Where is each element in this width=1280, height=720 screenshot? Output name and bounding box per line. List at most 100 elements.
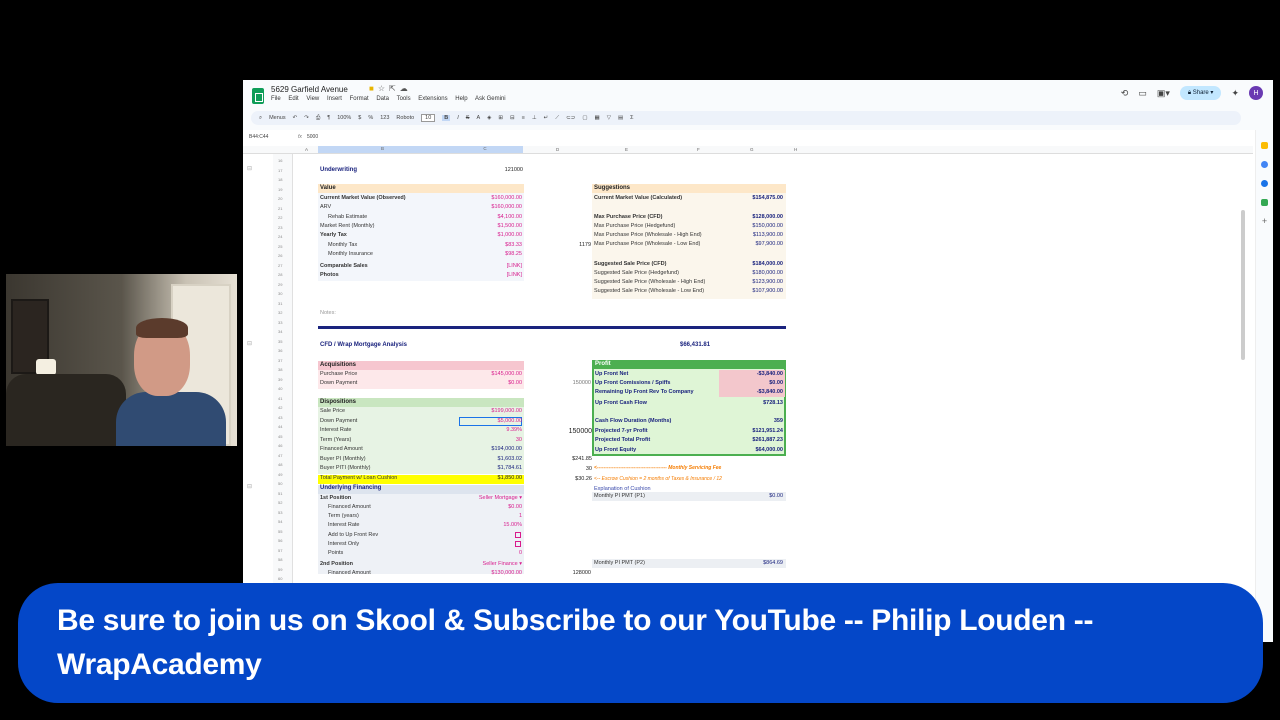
suggestion-row-value[interactable]: $107,900.00 bbox=[713, 288, 783, 294]
first-position-type-select[interactable]: Seller Mortgage ▾ bbox=[449, 495, 522, 501]
row-number[interactable]: 49 bbox=[278, 470, 282, 480]
column-e[interactable]: E bbox=[625, 147, 628, 152]
print-icon[interactable]: ⎙ bbox=[316, 115, 320, 122]
profit-row-value[interactable]: -$3,840.00 bbox=[721, 371, 783, 377]
row-number[interactable]: 42 bbox=[278, 403, 282, 413]
value-row-value[interactable]: $4,100.00 bbox=[443, 214, 522, 220]
row-number[interactable]: 24 bbox=[278, 232, 282, 242]
dispositions-side-30[interactable]: 30 bbox=[554, 466, 592, 472]
borders-icon[interactable]: ⊞ bbox=[498, 115, 503, 121]
column-g[interactable]: G bbox=[750, 147, 754, 152]
menu-ask-gemini[interactable]: Ask Gemini bbox=[475, 96, 506, 102]
comment-icon[interactable]: ▭ bbox=[1138, 88, 1147, 99]
first-position-row-value[interactable]: 15.00% bbox=[443, 522, 522, 528]
font-select[interactable]: Roboto bbox=[396, 115, 414, 121]
value-row-value[interactable]: $160,000.00 bbox=[443, 204, 522, 210]
italic-icon[interactable]: I bbox=[457, 115, 459, 121]
column-b[interactable]: B bbox=[318, 146, 447, 153]
disposition-row-value[interactable]: $1,850.00 bbox=[443, 475, 522, 481]
percent-button[interactable]: % bbox=[368, 115, 373, 121]
bold-button[interactable]: B bbox=[442, 115, 451, 121]
row-number[interactable]: 36 bbox=[278, 346, 282, 356]
menu-tools[interactable]: Tools bbox=[397, 96, 411, 102]
row-number[interactable]: 25 bbox=[278, 242, 282, 252]
row-number[interactable]: 21 bbox=[278, 204, 282, 214]
menus-search[interactable]: Menus bbox=[269, 115, 286, 121]
row-number[interactable]: 20 bbox=[278, 194, 282, 204]
move-icon[interactable]: ⇱ bbox=[389, 84, 400, 93]
row-number[interactable]: 54 bbox=[278, 517, 282, 527]
row-number[interactable]: 51 bbox=[278, 489, 282, 499]
fill-color-icon[interactable]: ◈ bbox=[487, 115, 491, 121]
row-number[interactable]: 19 bbox=[278, 185, 282, 195]
row-number[interactable]: 41 bbox=[278, 394, 282, 404]
acquisitions-side-value[interactable]: 150000 bbox=[559, 380, 591, 386]
row-number[interactable]: 32 bbox=[278, 308, 282, 318]
row-number[interactable]: 27 bbox=[278, 261, 282, 271]
vertical-scrollbar[interactable] bbox=[1241, 210, 1245, 360]
row-number[interactable]: 40 bbox=[278, 384, 282, 394]
pmt1-value[interactable]: $0.00 bbox=[723, 493, 783, 499]
group-collapse-icon[interactable]: ⊟ bbox=[247, 165, 257, 172]
disposition-row-value[interactable]: $5,000.00 bbox=[443, 418, 522, 424]
first-position-row-value[interactable]: 0 bbox=[443, 550, 522, 556]
row-number[interactable]: 56 bbox=[278, 536, 282, 546]
paint-format-icon[interactable]: ¶ bbox=[327, 115, 330, 121]
row-number[interactable]: 34 bbox=[278, 327, 282, 337]
dispositions-side-150000[interactable]: 150000 bbox=[554, 428, 592, 435]
suggestion-row-value[interactable]: $113,900.00 bbox=[713, 232, 783, 238]
filter-icon[interactable]: ▽ bbox=[607, 115, 611, 121]
profit-row-value[interactable]: $64,000.00 bbox=[721, 447, 783, 453]
row-number[interactable]: 47 bbox=[278, 451, 282, 461]
value-row-value[interactable]: $1,500.00 bbox=[443, 223, 522, 229]
row-number[interactable]: 53 bbox=[278, 508, 282, 518]
column-f[interactable]: F bbox=[697, 147, 700, 152]
profit-row-value[interactable]: $728.13 bbox=[721, 400, 783, 406]
pmt2-value[interactable]: $864.69 bbox=[723, 560, 783, 566]
profit-row-value[interactable]: $121,951.24 bbox=[721, 428, 783, 434]
value-row-value[interactable]: [LINK] bbox=[443, 263, 522, 269]
second-financed-value[interactable]: $130,000.00 bbox=[449, 570, 522, 576]
column-d[interactable]: D bbox=[556, 147, 559, 152]
row-number[interactable]: 29 bbox=[278, 280, 282, 290]
acquisition-row-value[interactable]: $145,000.00 bbox=[443, 371, 522, 377]
menu-help[interactable]: Help bbox=[455, 96, 467, 102]
suggestion-row-value[interactable]: $154,875.00 bbox=[713, 195, 783, 201]
value-row-value[interactable]: [LINK] bbox=[443, 272, 522, 278]
profit-row-value[interactable]: $261,887.23 bbox=[721, 437, 783, 443]
menu-edit[interactable]: Edit bbox=[288, 96, 298, 102]
value-row-value[interactable]: $1,000.00 bbox=[443, 232, 522, 238]
disposition-row-value[interactable]: $1,784.61 bbox=[443, 465, 522, 471]
row-number[interactable]: 48 bbox=[278, 460, 282, 470]
menu-format[interactable]: Format bbox=[350, 96, 369, 102]
suggestion-row-value[interactable]: $180,000.00 bbox=[713, 270, 783, 276]
column-h[interactable]: H bbox=[794, 147, 797, 152]
row-number[interactable]: 16 bbox=[278, 156, 282, 166]
acquisition-row-value[interactable]: $0.00 bbox=[443, 380, 522, 386]
value-row-value[interactable]: $160,000.00 bbox=[443, 195, 522, 201]
redo-icon[interactable]: ↷ bbox=[304, 115, 309, 121]
menu-view[interactable]: View bbox=[306, 96, 319, 102]
meet-icon[interactable]: ▣▾ bbox=[1157, 88, 1170, 99]
text-color-icon[interactable]: A bbox=[476, 115, 480, 121]
dispositions-side-servicing[interactable]: $241.85 bbox=[554, 456, 592, 462]
star-icon[interactable]: ☆ bbox=[378, 84, 389, 93]
formula-input[interactable]: 5000 bbox=[307, 134, 318, 140]
value-row-value[interactable]: $98.25 bbox=[443, 251, 522, 257]
group-collapse-icon[interactable]: ⊟ bbox=[247, 483, 257, 490]
row-number[interactable]: 17 bbox=[278, 166, 282, 176]
add-addon-icon[interactable]: + bbox=[1261, 217, 1268, 226]
row-number[interactable]: 52 bbox=[278, 498, 282, 508]
suggestions-side-value[interactable]: 1179 bbox=[565, 242, 591, 248]
menu-file[interactable]: File bbox=[271, 96, 281, 102]
name-box[interactable]: B44:C44 bbox=[249, 134, 268, 140]
share-button[interactable]: 🔒︎ Share ▾ bbox=[1179, 86, 1222, 100]
menu-insert[interactable]: Insert bbox=[327, 96, 342, 102]
row-number[interactable]: 58 bbox=[278, 555, 282, 565]
row-number[interactable]: 57 bbox=[278, 546, 282, 556]
row-number[interactable]: 18 bbox=[278, 175, 282, 185]
currency-button[interactable]: $ bbox=[358, 115, 361, 121]
underlying-side-value[interactable]: 128000 bbox=[559, 570, 591, 576]
filter-views-icon[interactable]: ▤ bbox=[618, 115, 623, 121]
suggestion-row-value[interactable]: $128,000.00 bbox=[713, 214, 783, 220]
